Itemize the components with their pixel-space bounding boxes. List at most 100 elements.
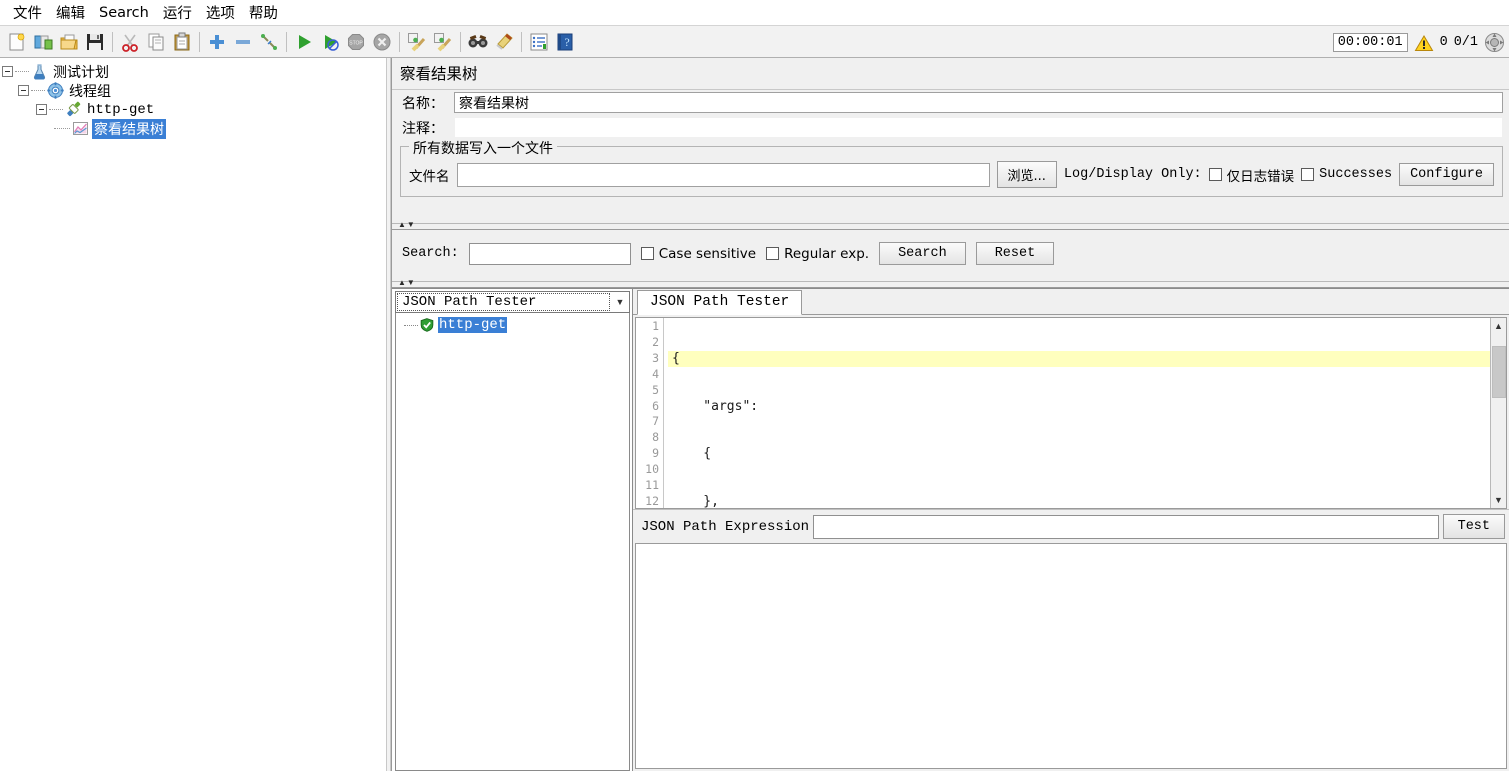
expression-input[interactable]: [813, 514, 1439, 539]
tree-connector: [15, 71, 29, 72]
menu-bar: 文件 编辑 Search 运行 选项 帮助: [0, 0, 1509, 25]
fieldset-legend: 所有数据写入一个文件: [409, 138, 557, 158]
tree-node-test-plan[interactable]: 测试计划: [2, 62, 386, 81]
browse-button[interactable]: 浏览...: [996, 161, 1057, 188]
paste-icon[interactable]: [169, 29, 195, 55]
renderer-combobox[interactable]: JSON Path Tester ▼: [395, 291, 630, 313]
test-plan-icon: [31, 63, 48, 80]
reset-button[interactable]: Reset: [975, 242, 1055, 265]
name-label: 名称：: [402, 95, 444, 112]
line-number: 12: [645, 493, 659, 508]
help-icon[interactable]: ?: [552, 29, 578, 55]
new-icon[interactable]: [4, 29, 30, 55]
open-icon[interactable]: [56, 29, 82, 55]
configure-button[interactable]: Configure: [1399, 163, 1494, 186]
successes-checkbox-row[interactable]: Successes: [1301, 167, 1392, 182]
line-number: 1: [652, 319, 659, 333]
toolbar-status-area: 00:00:01 0 0/1: [1332, 26, 1505, 59]
start-icon[interactable]: [291, 29, 317, 55]
templates-icon[interactable]: [30, 29, 56, 55]
stop-icon[interactable]: STOP: [343, 29, 369, 55]
collapse-toggle-icon[interactable]: [36, 104, 47, 115]
menu-options[interactable]: 选项: [199, 0, 242, 25]
function-helper-icon[interactable]: [526, 29, 552, 55]
warning-count: 0: [1439, 35, 1448, 50]
shutdown-icon[interactable]: [369, 29, 395, 55]
code-line: "args":: [672, 398, 759, 414]
case-sensitive-checkbox[interactable]: [640, 247, 654, 260]
expand-icon[interactable]: [204, 29, 230, 55]
warning-triangle-icon[interactable]: [1414, 34, 1434, 52]
errors-only-label: 仅日志错误: [1226, 168, 1295, 185]
start-no-pauses-icon[interactable]: [317, 29, 343, 55]
clear-icon[interactable]: [404, 29, 430, 55]
view-results-tree-panel: 察看结果树 名称： 注释： 所有数据写入一个文件 文件名 浏览... Log/D…: [391, 58, 1509, 771]
case-sensitive-checkbox-row[interactable]: Case sensitive: [640, 246, 756, 262]
toolbar-separator: [521, 31, 522, 52]
line-number: 8: [652, 430, 659, 445]
collapse-toggle-icon[interactable]: [18, 85, 29, 96]
tree-node-view-results-tree[interactable]: 察看结果树: [2, 118, 386, 139]
write-results-fieldset: 所有数据写入一个文件 文件名 浏览... Log/Display Only: 仅…: [400, 138, 1503, 197]
errors-only-checkbox-row[interactable]: 仅日志错误: [1208, 165, 1295, 185]
errors-only-checkbox[interactable]: [1208, 168, 1222, 181]
json-vertical-scrollbar[interactable]: ▲ ▼: [1490, 318, 1506, 508]
tab-json-path-tester[interactable]: JSON Path Tester: [637, 290, 803, 315]
search-icon[interactable]: [465, 29, 491, 55]
horizontal-split-divider-top[interactable]: ▲▼: [392, 221, 1509, 230]
http-request-icon: [65, 101, 82, 118]
name-row: 名称：: [392, 90, 1509, 115]
connection-icon[interactable]: [1484, 32, 1505, 53]
split-arrows-icon[interactable]: ▲▼: [398, 221, 416, 229]
collapse-icon[interactable]: [230, 29, 256, 55]
line-number: 11: [645, 478, 659, 493]
filename-input[interactable]: [456, 162, 990, 187]
list-item[interactable]: http-get: [396, 316, 629, 334]
code-line: },: [672, 493, 719, 508]
scroll-down-icon[interactable]: ▼: [1491, 492, 1507, 508]
successes-checkbox[interactable]: [1301, 168, 1315, 181]
scroll-up-icon[interactable]: ▲: [1491, 318, 1507, 334]
json-code-area[interactable]: { "args": { }, "headers": { "Connection"…: [664, 318, 1490, 508]
results-lower-area: JSON Path Tester ▼ http-get JSON Path Te…: [392, 288, 1509, 771]
menu-run[interactable]: 运行: [156, 0, 199, 25]
svg-text:STOP: STOP: [349, 40, 363, 46]
result-samples-list[interactable]: http-get: [395, 313, 630, 771]
menu-search[interactable]: Search: [92, 3, 156, 23]
search-button[interactable]: Search: [879, 242, 966, 265]
cut-icon[interactable]: [117, 29, 143, 55]
expression-label: JSON Path Expression: [641, 518, 810, 535]
regex-checkbox[interactable]: [766, 247, 780, 260]
comment-label: 注释：: [402, 120, 444, 137]
toolbar-separator: [399, 31, 400, 52]
save-icon[interactable]: [82, 29, 108, 55]
expression-result-area[interactable]: [635, 543, 1507, 769]
search-reset-icon[interactable]: [491, 29, 517, 55]
name-input[interactable]: [454, 92, 1503, 113]
search-input[interactable]: [468, 242, 631, 265]
menu-help[interactable]: 帮助: [242, 0, 285, 25]
tree-connector: [54, 128, 70, 129]
horizontal-split-divider-bottom[interactable]: ▲▼: [392, 279, 1509, 288]
list-item-label: http-get: [438, 317, 508, 333]
tree-node-thread-group[interactable]: 线程组: [2, 81, 386, 100]
clear-all-icon[interactable]: [430, 29, 456, 55]
comment-input[interactable]: [454, 117, 1503, 138]
toggle-icon[interactable]: [256, 29, 282, 55]
successes-label: Successes: [1319, 167, 1393, 182]
menu-edit[interactable]: 编辑: [49, 0, 92, 25]
regex-checkbox-row[interactable]: Regular exp.: [766, 246, 869, 262]
scrollbar-thumb[interactable]: [1491, 346, 1506, 398]
scrollbar-track[interactable]: [1491, 334, 1507, 492]
json-response-viewer: 1 2 3 4 5 6 7 8 9 10 11 12 {"args": {}…: [635, 317, 1507, 509]
split-arrows-icon[interactable]: ▲▼: [398, 279, 416, 287]
chevron-down-icon[interactable]: ▼: [611, 297, 629, 307]
active-threads-count: 0/1: [1453, 35, 1478, 50]
copy-icon[interactable]: [143, 29, 169, 55]
tree-node-http-get[interactable]: http-get: [2, 100, 386, 119]
collapse-toggle-icon[interactable]: [2, 66, 13, 77]
test-button[interactable]: Test: [1442, 514, 1505, 539]
view-results-tree-icon: [72, 120, 89, 137]
menu-file[interactable]: 文件: [6, 0, 49, 25]
line-number: 4: [652, 366, 659, 381]
